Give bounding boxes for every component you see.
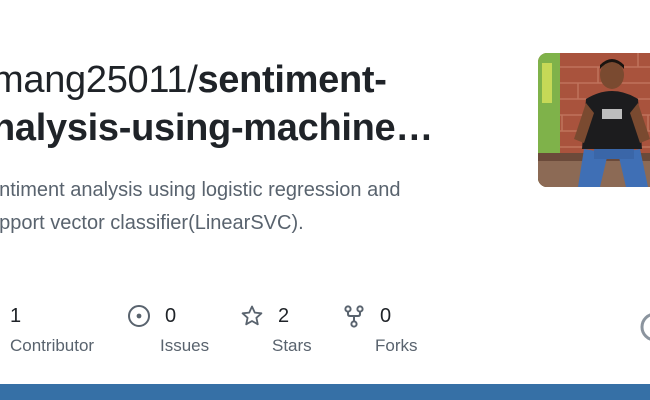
repo-description-line2: upport vector classifier(LinearSVC). xyxy=(0,212,304,234)
repo-title-line1: mang25011/sentiment- xyxy=(0,56,482,104)
contributors-label: Contributor xyxy=(10,336,95,355)
owner-avatar[interactable] xyxy=(538,53,650,187)
stars-count: 2 xyxy=(278,304,290,327)
contributors-count: 1 xyxy=(10,304,22,327)
repo-description: entiment analysis using logistic regress… xyxy=(0,174,488,240)
repo-title[interactable]: mang25011/sentiment- nalysis-using-machi… xyxy=(0,56,482,152)
language-bar xyxy=(0,384,650,400)
issue-opened-icon xyxy=(127,304,151,328)
user-photo xyxy=(538,53,650,187)
stat-issues[interactable]: 0 Issues xyxy=(127,300,257,356)
stat-forks[interactable]: 0 Forks xyxy=(342,300,472,356)
forks-label: Forks xyxy=(375,336,418,355)
repo-name-part1[interactable]: sentiment- xyxy=(197,59,386,101)
issues-count: 0 xyxy=(165,304,177,327)
star-icon xyxy=(240,304,264,328)
social-preview-card: mang25011/sentiment- nalysis-using-machi… xyxy=(0,0,650,400)
repo-forked-icon xyxy=(342,304,366,328)
github-logo-icon xyxy=(638,310,650,344)
forks-count: 0 xyxy=(380,304,392,327)
repo-name-part2[interactable]: nalysis-using-machine… xyxy=(0,104,482,152)
repo-owner[interactable]: mang25011/ xyxy=(0,59,198,101)
repo-description-line1: entiment analysis using logistic regress… xyxy=(0,179,401,201)
stat-contributors[interactable]: 1 Contributor xyxy=(0,300,102,356)
